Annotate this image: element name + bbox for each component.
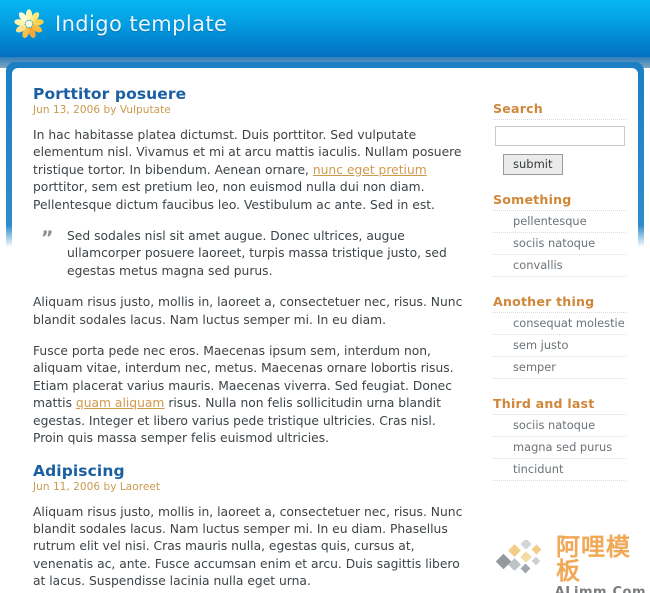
sidebar-link-list: pellentesque sociis natoque convallis [493, 211, 626, 277]
sidebar-list-item[interactable]: magna sed purus [493, 437, 626, 459]
site-header: Indigo template [0, 0, 650, 57]
sidebar-list-item[interactable]: sem justo [493, 335, 626, 357]
sidebar: Search submit Something pellentesque soc… [484, 68, 638, 593]
post-paragraph: Fusce porta pede nec eros. Maecenas ipsu… [33, 343, 466, 447]
sidebar-list-item[interactable]: pellentesque [493, 211, 626, 233]
quote-mark-icon: ” [41, 227, 54, 250]
post-title[interactable]: Porttitor posuere [33, 85, 466, 103]
sidebar-list-item[interactable]: consequat molestie [493, 313, 626, 335]
post-paragraph: Aliquam risus justo, mollis in, laoreet … [33, 295, 463, 327]
site-title: Indigo template [55, 12, 228, 36]
flower-starburst-icon [14, 9, 44, 39]
post-article: Porttitor posuere Jun 13, 2006 by Vulput… [33, 85, 466, 448]
sidebar-block-title: Third and last [493, 396, 595, 411]
search-form: submit [493, 120, 626, 175]
sidebar-link-list: sociis natoque magna sed purus tincidunt [493, 415, 626, 481]
sidebar-block-another-thing: Another thing consequat molestie sem jus… [493, 294, 626, 379]
post-paragraph: Aliquam risus justo, mollis in, laoreet … [33, 504, 463, 589]
sidebar-block-third-and-last: Third and last sociis natoque magna sed … [493, 396, 626, 481]
sidebar-list-item[interactable]: sociis natoque [493, 233, 626, 255]
sidebar-list-item[interactable]: semper [493, 357, 626, 379]
inline-link[interactable]: nunc eget pretium [313, 163, 427, 177]
post-title[interactable]: Adipiscing [33, 462, 466, 480]
sidebar-block-something: Something pellentesque sociis natoque co… [493, 192, 626, 277]
sidebar-block-title: Something [493, 192, 572, 207]
sidebar-block-search: Search submit [493, 101, 626, 175]
post-meta: Jun 13, 2006 by Vulputate [33, 104, 171, 116]
inline-link[interactable]: quam aliquam [76, 396, 165, 410]
content-shell: Porttitor posuere Jun 13, 2006 by Vulput… [6, 62, 644, 593]
sidebar-link-list: consequat molestie sem justo semper [493, 313, 626, 379]
search-input[interactable] [495, 126, 625, 146]
sidebar-block-title: Search [493, 101, 543, 116]
sidebar-block-title: Another thing [493, 294, 595, 309]
sidebar-list-item[interactable]: convallis [493, 255, 626, 277]
page-root: Indigo template Porttitor posuere Jun 13… [0, 0, 650, 593]
header-brand[interactable]: Indigo template [14, 9, 227, 39]
post-paragraph: In hac habitasse platea dictumst. Duis p… [33, 127, 466, 214]
content-shell-inner: Porttitor posuere Jun 13, 2006 by Vulput… [12, 68, 638, 593]
layout-columns: Porttitor posuere Jun 13, 2006 by Vulput… [12, 68, 638, 593]
blockquote-text: Sed sodales nisl sit amet augue. Donec u… [67, 229, 447, 278]
sidebar-list-item[interactable]: sociis natoque [493, 415, 626, 437]
post-meta: Jun 11, 2006 by Laoreet [33, 480, 161, 493]
post-blockquote: ” Sed sodales nisl sit amet augue. Donec… [33, 228, 466, 280]
post-article: Adipiscing Jun 11, 2006 by Laoreet Aliqu… [33, 462, 466, 593]
submit-button[interactable]: submit [503, 154, 563, 175]
sidebar-list-item[interactable]: tincidunt [493, 459, 626, 481]
paragraph-text-after-link: porttitor, sem est pretium leo, non euis… [33, 180, 435, 212]
main-content: Porttitor posuere Jun 13, 2006 by Vulput… [12, 68, 484, 593]
